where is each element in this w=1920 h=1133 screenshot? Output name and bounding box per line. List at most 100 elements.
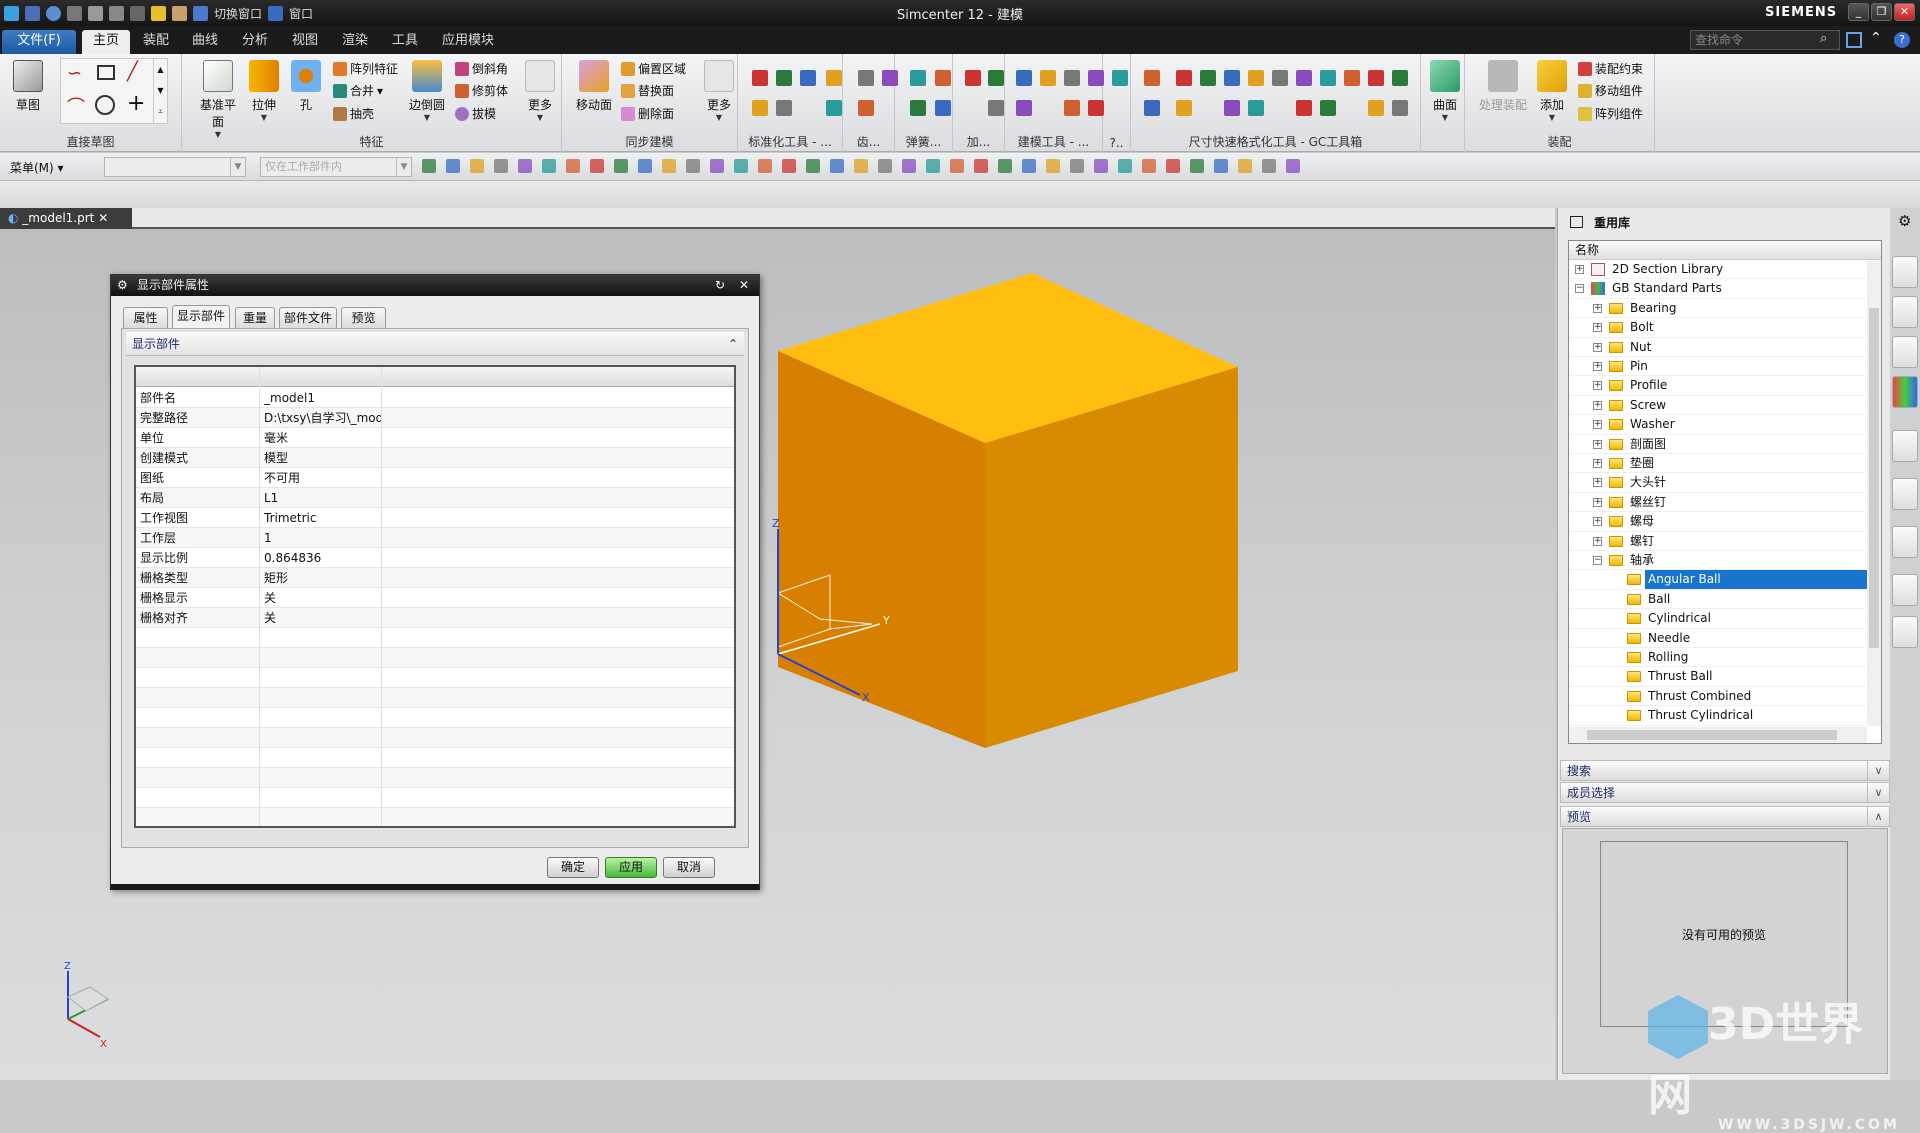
tree-item[interactable]: Needle <box>1569 629 1865 648</box>
tool-icon[interactable] <box>1224 100 1240 116</box>
tab-home[interactable]: 主页 <box>82 30 130 54</box>
arc-icon[interactable]: ⌒ <box>67 93 85 119</box>
cancel-button[interactable]: 取消 <box>663 857 715 878</box>
tool-icon[interactable] <box>988 70 1004 86</box>
tool-icon[interactable] <box>1176 100 1192 116</box>
table-row[interactable]: 图纸 不可用 <box>136 468 734 488</box>
tool-icon[interactable] <box>965 70 981 86</box>
tree-item[interactable]: + Nut <box>1569 338 1865 357</box>
tree-item[interactable]: Thrust Ball <box>1569 667 1865 687</box>
tab-display-part[interactable]: 显示部件 <box>172 305 230 328</box>
type-filter-select[interactable]: ▼ <box>104 157 246 177</box>
menu-button[interactable]: 菜单(M) ▾ <box>10 159 64 176</box>
tree-item[interactable]: + 螺丝钉 <box>1569 493 1865 513</box>
selection-tool-icon[interactable] <box>1286 159 1300 173</box>
expand-icon[interactable]: + <box>1593 536 1602 546</box>
selection-tool-icon[interactable] <box>638 159 652 173</box>
selection-tool-icon[interactable] <box>1166 159 1180 173</box>
restore-button[interactable]: ❐ <box>1871 3 1892 21</box>
tool-icon[interactable] <box>1112 70 1128 86</box>
close-tab-icon[interactable]: ✕ <box>98 211 108 225</box>
table-row[interactable]: 栅格类型 矩形 <box>136 568 734 588</box>
tool-icon[interactable] <box>1200 70 1216 86</box>
tool-icon[interactable] <box>1064 70 1080 86</box>
process-assembly-button[interactable]: 处理装配 <box>1475 60 1531 113</box>
tree-item[interactable]: Rolling <box>1569 648 1865 668</box>
tab-file[interactable]: 文件(F) <box>2 30 76 54</box>
tool-icon[interactable] <box>1248 70 1264 86</box>
table-row[interactable]: 部件名 _model1 <box>136 388 734 408</box>
tree-item[interactable]: + 垫圈 <box>1569 454 1865 474</box>
selection-tool-icon[interactable] <box>422 159 436 173</box>
collapse-icon[interactable]: − <box>1593 556 1602 565</box>
tool-icon[interactable] <box>1088 100 1104 116</box>
tool-icon[interactable] <box>935 70 951 86</box>
studio-spline-icon[interactable]: ∽ <box>67 63 82 84</box>
section-search[interactable]: 搜索 ∨ <box>1560 760 1890 781</box>
tool-icon[interactable] <box>800 70 816 86</box>
selection-tool-icon[interactable] <box>782 159 796 173</box>
replace-face-button[interactable]: 替换面 <box>621 82 674 100</box>
expand-icon[interactable]: + <box>1593 420 1602 430</box>
apply-button[interactable]: 应用 <box>605 857 657 878</box>
tool-icon[interactable] <box>1368 70 1384 86</box>
selection-tool-icon[interactable] <box>1238 159 1252 173</box>
chamfer-button[interactable]: 倒斜角 <box>455 60 508 78</box>
hd3d-tools-tab[interactable] <box>1892 430 1918 462</box>
tool-icon[interactable] <box>1320 100 1336 116</box>
table-row[interactable]: 栅格对齐关 <box>136 608 734 628</box>
pattern-component-button[interactable]: 阵列组件 <box>1578 105 1643 123</box>
panel-pin-icon[interactable] <box>1570 216 1583 228</box>
selection-tool-icon[interactable] <box>446 159 460 173</box>
tree-item[interactable]: + Pin <box>1569 357 1865 377</box>
tool-icon[interactable] <box>858 70 874 86</box>
tool-icon[interactable] <box>826 70 842 86</box>
selection-tool-icon[interactable] <box>806 159 820 173</box>
column-header-name[interactable]: 名称 <box>1569 241 1881 260</box>
selection-tool-icon[interactable] <box>1190 159 1204 173</box>
tree-item[interactable]: +2D Section Library <box>1569 260 1865 280</box>
command-search-input[interactable] <box>1690 30 1840 50</box>
move-face-button[interactable]: 移动面 <box>572 60 616 113</box>
horizontal-scrollbar[interactable] <box>1569 727 1867 743</box>
table-row[interactable]: 栅格显示关 <box>136 588 734 608</box>
table-row[interactable]: 工作层 1 <box>136 528 734 548</box>
selection-tool-icon[interactable] <box>710 159 724 173</box>
edge-blend-button[interactable]: 边倒圆 ▼ <box>405 60 449 122</box>
tool-icon[interactable] <box>1296 100 1312 116</box>
part-navigator-tab[interactable] <box>1892 336 1918 368</box>
selection-scope-select[interactable]: 仅在工作部件内 ▼ <box>260 157 412 177</box>
add-component-button[interactable]: 添加 ▼ <box>1530 60 1574 122</box>
circle-icon[interactable] <box>95 95 115 115</box>
selection-tool-icon[interactable] <box>1118 159 1132 173</box>
selection-tool-icon[interactable] <box>998 159 1012 173</box>
tree-item[interactable]: − GB Standard Parts <box>1569 279 1865 299</box>
selection-tool-icon[interactable] <box>1094 159 1108 173</box>
tool-icon[interactable] <box>1320 70 1336 86</box>
tool-icon[interactable] <box>826 100 842 116</box>
tree-item[interactable]: + Bolt <box>1569 318 1865 338</box>
role-tab[interactable] <box>1892 616 1918 648</box>
tool-icon[interactable] <box>776 100 792 116</box>
draft-button[interactable]: 拔模 <box>455 105 496 123</box>
tool-icon[interactable] <box>1392 100 1408 116</box>
tool-icon[interactable] <box>1272 70 1288 86</box>
tab-model1[interactable]: ◐ _model1.prt ✕ <box>0 208 132 229</box>
point-icon[interactable]: + <box>127 91 145 116</box>
tab-view[interactable]: 视图 <box>283 30 327 54</box>
selection-tool-icon[interactable] <box>1214 159 1228 173</box>
table-row[interactable]: 布局 L1 <box>136 488 734 508</box>
selection-tool-icon[interactable] <box>758 159 772 173</box>
tool-icon[interactable] <box>1344 70 1360 86</box>
tool-icon[interactable] <box>1296 70 1312 86</box>
section-header[interactable]: 显示部件 ⌃ <box>126 332 744 356</box>
web-browser-tab[interactable] <box>1892 478 1918 510</box>
tree-item[interactable]: + Profile <box>1569 376 1865 396</box>
tab-weight[interactable]: 重量 <box>235 307 275 328</box>
selection-tool-icon[interactable] <box>614 159 628 173</box>
tool-icon[interactable] <box>1392 70 1408 86</box>
help-icon[interactable]: ? <box>1894 32 1910 48</box>
selection-tool-icon[interactable] <box>926 159 940 173</box>
selection-tool-icon[interactable] <box>494 159 508 173</box>
section-preview[interactable]: 预览 ∧ <box>1560 806 1890 827</box>
